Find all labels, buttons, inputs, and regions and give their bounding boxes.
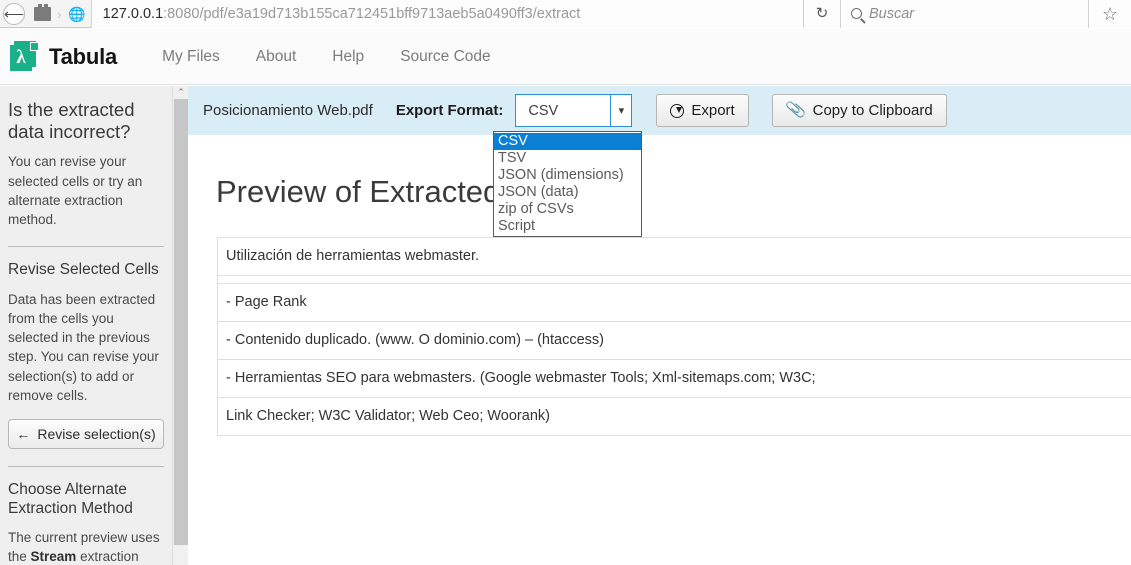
- sidebar-section-title-method: Choose Alternate Extraction Method: [8, 481, 133, 517]
- breadcrumb-separator: ›: [57, 5, 62, 22]
- help-sidebar: Is the extracted data incorrect? You can…: [0, 86, 172, 565]
- table-cell[interactable]: Utilización de herramientas webmaster.: [217, 237, 1131, 276]
- sidebar-intro-text: You can revise your selected cells or tr…: [8, 154, 143, 228]
- export-format-select[interactable]: CSV ▾: [515, 94, 633, 127]
- nav-link-help[interactable]: Help: [314, 48, 382, 66]
- dropdown-option-csv[interactable]: CSV: [494, 133, 641, 150]
- paperclip-icon: 📎: [784, 100, 807, 120]
- export-format-dropdown-list[interactable]: CSV TSV JSON (dimensions) JSON (data) zi…: [493, 131, 642, 237]
- bookmark-star-button[interactable]: ☆: [1089, 0, 1131, 28]
- left-arrow-icon: ←: [16, 426, 31, 443]
- app-navbar: λ Tabula My Files About Help Source Code: [0, 29, 1131, 85]
- search-icon: [851, 8, 862, 19]
- extracted-data-table: Utilización de herramientas webmaster. -…: [217, 237, 1131, 436]
- table-cell[interactable]: Link Checker; W3C Validator; Web Ceo; Wo…: [217, 397, 1131, 436]
- browser-toolbar: ⟵ › 🌐 127.0.0.1:8080/pdf/e3a19d713b155ca…: [0, 0, 1131, 28]
- copy-to-clipboard-button[interactable]: 📎 Copy to Clipboard: [771, 94, 947, 127]
- nav-link-my-files[interactable]: My Files: [144, 48, 238, 66]
- back-arrow-icon: ⟵: [3, 2, 25, 25]
- url-path: :8080/pdf/e3a19d713b155ca712451bff9713ae…: [163, 5, 581, 22]
- table-row[interactable]: [217, 275, 1131, 284]
- site-identity-button[interactable]: 🌐: [63, 0, 91, 28]
- export-button[interactable]: Export: [656, 94, 749, 127]
- table-row[interactable]: - Herramientas SEO para webmasters. (Goo…: [217, 359, 1131, 398]
- sidebar-section-title-revise: Revise Selected Cells: [8, 261, 159, 279]
- download-icon: [670, 103, 685, 118]
- url-host: 127.0.0.1: [102, 5, 164, 22]
- export-toolbar: Posicionamiento Web.pdf Export Format: C…: [188, 86, 1131, 135]
- dropdown-option-script[interactable]: Script: [494, 218, 641, 235]
- sidebar-heading: Is the extracted data incorrect?: [8, 99, 135, 142]
- reload-button[interactable]: ↻: [803, 0, 841, 28]
- chevron-down-icon[interactable]: ▾: [610, 95, 632, 126]
- sidebar-divider-1: [8, 246, 164, 248]
- search-input[interactable]: Buscar: [841, 0, 1089, 28]
- scrollbar-thumb[interactable]: [174, 99, 188, 545]
- table-row[interactable]: - Contenido duplicado. (www. O dominio.c…: [217, 321, 1131, 360]
- bookmarks-icon: [33, 3, 51, 21]
- globe-icon: 🌐: [67, 5, 86, 22]
- dropdown-option-tsv[interactable]: TSV: [494, 150, 641, 167]
- brand-logo-link[interactable]: λ Tabula: [0, 40, 118, 73]
- reload-icon: ↻: [815, 5, 829, 22]
- table-row[interactable]: - Page Rank: [217, 283, 1131, 322]
- lock-icon: [30, 41, 39, 51]
- export-button-label: Export: [691, 102, 735, 119]
- sidebar-method-text: The current preview uses the Stream extr…: [8, 528, 164, 565]
- sidebar-divider-2: [8, 466, 164, 468]
- dropdown-option-json-data[interactable]: JSON (data): [494, 184, 641, 201]
- dropdown-option-json-dimensions[interactable]: JSON (dimensions): [494, 167, 641, 184]
- logo-letter: λ: [10, 44, 32, 71]
- table-row[interactable]: Utilización de herramientas webmaster.: [217, 237, 1131, 276]
- nav-link-source-code[interactable]: Source Code: [382, 48, 508, 66]
- method-stream-label: Stream: [30, 548, 77, 564]
- brand-name: Tabula: [49, 43, 118, 69]
- sidebar-revise-text: Data has been extracted from the cells y…: [8, 291, 159, 404]
- table-cell[interactable]: [217, 275, 1131, 284]
- table-cell[interactable]: - Page Rank: [217, 283, 1131, 322]
- tabula-pdf-logo-icon: λ: [10, 40, 40, 73]
- nav-link-about[interactable]: About: [238, 48, 315, 66]
- url-text: 127.0.0.1:8080/pdf/e3a19d713b155ca712451…: [103, 6, 581, 22]
- export-format-label: Export Format:: [395, 102, 504, 119]
- table-row[interactable]: Link Checker; W3C Validator; Web Ceo; Wo…: [217, 397, 1131, 436]
- scrollbar-up-arrow-icon[interactable]: ⌃: [173, 86, 189, 99]
- revise-selections-button[interactable]: ← Revise selection(s): [8, 419, 164, 450]
- star-icon: ☆: [1101, 3, 1119, 24]
- table-cell[interactable]: - Contenido duplicado. (www. O dominio.c…: [217, 321, 1131, 360]
- search-placeholder: Buscar: [869, 5, 915, 22]
- back-button[interactable]: ⟵: [0, 0, 28, 28]
- navbar-links: My Files About Help Source Code: [144, 48, 509, 66]
- copy-button-label: Copy to Clipboard: [812, 102, 933, 119]
- pdf-file-name: Posicionamiento Web.pdf: [203, 102, 373, 119]
- bookmarks-button[interactable]: [28, 0, 56, 28]
- url-bar[interactable]: 127.0.0.1:8080/pdf/e3a19d713b155ca712451…: [90, 0, 803, 28]
- revise-selections-label: Revise selection(s): [37, 426, 156, 443]
- export-format-value: CSV: [528, 102, 559, 119]
- main-content: Posicionamiento Web.pdf Export Format: C…: [188, 86, 1131, 565]
- dropdown-option-zip-of-csvs[interactable]: zip of CSVs: [494, 201, 641, 218]
- table-cell[interactable]: - Herramientas SEO para webmasters. (Goo…: [217, 359, 1131, 398]
- page-scrollbar[interactable]: ⌃: [172, 86, 188, 565]
